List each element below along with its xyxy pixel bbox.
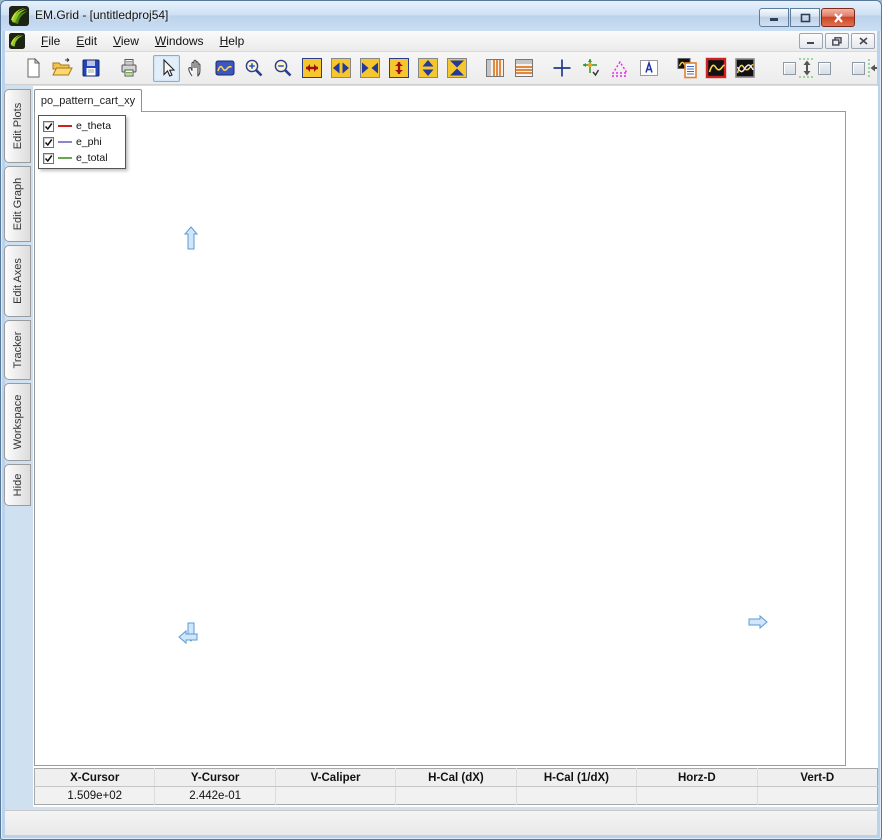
- maximize-button[interactable]: [790, 8, 820, 27]
- expand-y-button[interactable]: [385, 55, 412, 82]
- value-h-cal-1dx: [515, 786, 637, 805]
- stretch-x-button[interactable]: [327, 55, 354, 82]
- header-horz-d: Horz-D: [636, 768, 758, 787]
- legend-checkbox-e-theta[interactable]: [43, 120, 54, 132]
- header-x-cursor: X-Cursor: [34, 768, 155, 787]
- menu-view[interactable]: View: [105, 32, 147, 50]
- app-window: EM.Grid - [untitledproj54] File Edit Vie…: [0, 0, 882, 840]
- zoom-in-button[interactable]: [240, 55, 267, 82]
- header-vert-d: Vert-D: [756, 768, 878, 787]
- value-y-cursor: 2.442e-01: [154, 786, 276, 805]
- app-logo-icon: [9, 6, 29, 26]
- legend-color-e-phi: [58, 141, 72, 143]
- sidebar-tab-tracker[interactable]: Tracker: [4, 320, 31, 380]
- document-icon: [9, 33, 25, 49]
- mdi-restore-button[interactable]: [825, 33, 849, 49]
- mdi-minimize-button[interactable]: [799, 33, 823, 49]
- sidebar-tab-edit-graph[interactable]: Edit Graph: [4, 166, 31, 242]
- print-button[interactable]: [115, 55, 142, 82]
- cursor-table-value-row: 1.509e+02 2.442e-01: [35, 786, 878, 805]
- header-h-cal-dx: H-Cal (dX): [395, 768, 517, 787]
- menu-edit[interactable]: Edit: [68, 32, 105, 50]
- toolbar: Layout: [5, 52, 877, 85]
- close-button[interactable]: [821, 8, 855, 27]
- shrink-x-button[interactable]: [356, 55, 383, 82]
- shrink-y-button[interactable]: [443, 55, 470, 82]
- sync-horizontal-button[interactable]: [849, 55, 877, 82]
- legend-checkbox-e-total[interactable]: [43, 152, 54, 164]
- vertical-markers-button[interactable]: [481, 55, 508, 82]
- horizontal-sync-arrow-icon: [868, 59, 877, 77]
- legend-color-e-total: [58, 157, 72, 159]
- header-y-cursor: Y-Cursor: [154, 768, 276, 787]
- menu-windows[interactable]: Windows: [147, 32, 212, 50]
- crosshair-button[interactable]: [548, 55, 575, 82]
- plot-legend: e_theta e_phi e_total: [38, 115, 126, 169]
- value-vert-d: [756, 786, 878, 805]
- new-file-button[interactable]: [19, 55, 46, 82]
- menu-file[interactable]: File: [33, 32, 68, 50]
- minimize-button[interactable]: [759, 8, 789, 27]
- sidebar-tab-hide[interactable]: Hide: [4, 464, 31, 506]
- legend-color-e-theta: [58, 125, 72, 127]
- sync-vertical-button[interactable]: [778, 55, 836, 82]
- legend-item-e-phi[interactable]: e_phi: [43, 134, 121, 150]
- zoom-out-button[interactable]: [269, 55, 296, 82]
- axis-pan-arrows: [178, 226, 768, 645]
- header-h-cal-1dx: H-Cal (1/dX): [515, 768, 637, 787]
- value-horz-d: [636, 786, 758, 805]
- sidebar-tab-edit-plots[interactable]: Edit Plots: [4, 89, 31, 163]
- select-cursor-button[interactable]: [153, 54, 180, 82]
- x-axis-pan-right-arrow[interactable]: [748, 614, 768, 630]
- header-v-caliper: V-Caliper: [274, 768, 396, 787]
- text-annotation-button[interactable]: [635, 55, 662, 82]
- menu-help[interactable]: Help: [212, 32, 253, 50]
- multi-plot-button[interactable]: [731, 55, 758, 82]
- value-h-cal-dx: [395, 786, 517, 805]
- legend-checkbox-e-phi[interactable]: [43, 136, 54, 148]
- pan-hand-button[interactable]: [182, 55, 209, 82]
- sidebar-tab-edit-axes[interactable]: Edit Axes: [4, 245, 31, 317]
- open-file-button[interactable]: [48, 55, 75, 82]
- menu-bar: File Edit View Windows Help: [5, 31, 877, 52]
- title-bar[interactable]: EM.Grid - [untitledproj54]: [1, 1, 881, 31]
- cursor-readout-table: X-Cursor Y-Cursor V-Caliper H-Cal (dX) H…: [34, 768, 878, 805]
- plot-report-button[interactable]: [673, 55, 700, 82]
- cursor-table-header-row: X-Cursor Y-Cursor V-Caliper H-Cal (dX) H…: [34, 768, 878, 787]
- value-v-caliper: [274, 786, 396, 805]
- legend-item-e-theta[interactable]: e_theta: [43, 118, 121, 134]
- horizontal-markers-button[interactable]: [510, 55, 537, 82]
- sidebar-tab-workspace[interactable]: Workspace: [4, 383, 31, 461]
- sync-vertical-left-checkbox[interactable]: [783, 61, 796, 75]
- document-tab[interactable]: po_pattern_cart_xy: [34, 89, 142, 112]
- sync-vertical-right-checkbox[interactable]: [818, 61, 831, 75]
- y-axis-pan-up-arrow[interactable]: [183, 226, 199, 250]
- fit-view-button[interactable]: [211, 55, 238, 82]
- status-bar: [5, 810, 877, 835]
- tracker-button[interactable]: [577, 55, 604, 82]
- legend-item-e-total[interactable]: e_total: [43, 150, 121, 166]
- vertical-sync-arrow-icon: [799, 58, 815, 78]
- save-button[interactable]: [77, 55, 104, 82]
- mdi-close-button[interactable]: [851, 33, 875, 49]
- window-title: EM.Grid - [untitledproj54]: [35, 8, 169, 22]
- expand-x-button[interactable]: [298, 55, 325, 82]
- sync-horizontal-left-checkbox[interactable]: [852, 61, 865, 75]
- stretch-y-button[interactable]: [414, 55, 441, 82]
- value-x-cursor: 1.509e+02: [67, 789, 123, 802]
- caliper-button[interactable]: [606, 55, 633, 82]
- single-plot-button[interactable]: [702, 55, 729, 82]
